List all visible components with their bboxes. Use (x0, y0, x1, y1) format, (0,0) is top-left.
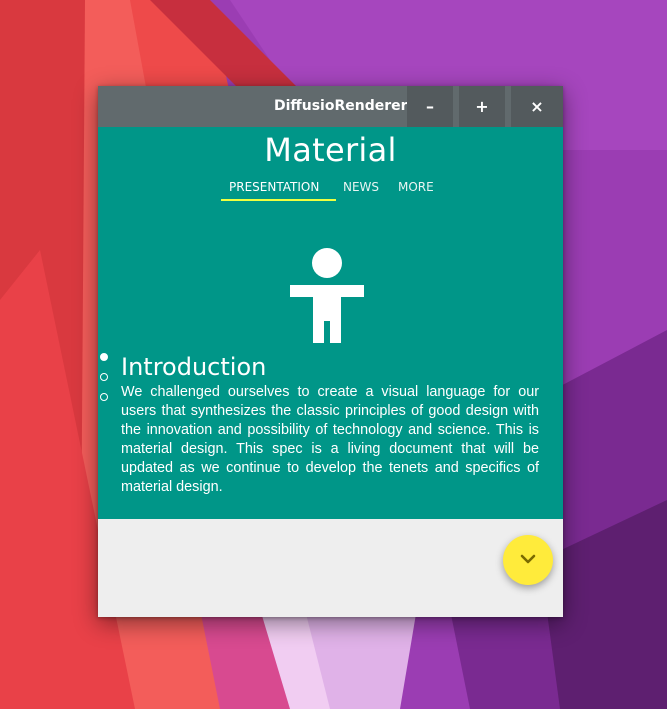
app-window: DiffusioRenderer – + × Material PRESENTA… (98, 86, 563, 617)
page-dot-2[interactable] (100, 373, 108, 381)
tab-more[interactable]: MORE (398, 180, 434, 194)
window-titlebar[interactable]: DiffusioRenderer – + × (98, 86, 563, 127)
window-title: DiffusioRenderer (274, 98, 408, 114)
scroll-down-button[interactable] (503, 535, 553, 585)
tab-news[interactable]: NEWS (343, 180, 379, 194)
minimize-button[interactable]: – (407, 86, 453, 127)
page-dot-1[interactable] (100, 353, 108, 361)
close-button[interactable]: × (511, 86, 563, 127)
page-title: Material (264, 131, 397, 169)
tab-presentation[interactable]: PRESENTATION (229, 180, 319, 194)
teal-header-panel: Material PRESENTATION NEWS MORE Introduc… (98, 127, 563, 585)
page-dot-3[interactable] (100, 393, 108, 401)
section-body: We challenged ourselves to create a visu… (121, 384, 539, 495)
maximize-button[interactable]: + (459, 86, 505, 127)
accessibility-person-icon (288, 247, 366, 343)
tab-active-indicator (221, 199, 336, 201)
chevron-down-icon (520, 554, 536, 564)
section-heading: Introduction (121, 353, 267, 381)
